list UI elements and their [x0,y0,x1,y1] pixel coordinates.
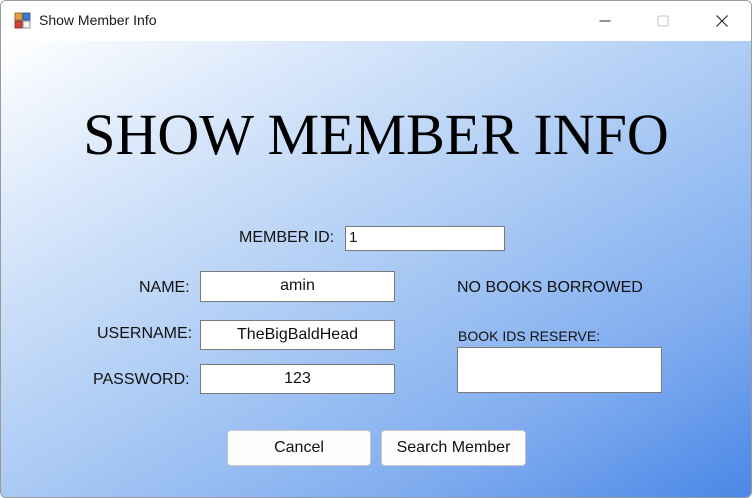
book-ids-reserve-list[interactable] [457,347,662,393]
name-label: NAME: [139,279,190,296]
password-field[interactable]: 123 [200,364,395,394]
password-label: PASSWORD: [93,371,190,388]
app-icon [14,12,31,29]
name-field[interactable]: amin [200,271,395,302]
maximize-button[interactable] [634,1,692,41]
username-label: USERNAME: [97,325,193,342]
minimize-button[interactable] [576,1,634,41]
minimize-icon [599,20,611,22]
member-id-label: MEMBER ID: [239,229,335,246]
search-member-button[interactable]: Search Member [381,430,526,466]
cancel-button[interactable]: Cancel [227,430,371,466]
title-bar: Show Member Info [1,1,751,41]
username-field[interactable]: TheBigBaldHead [200,320,395,350]
borrow-status-text: NO BOOKS BORROWED [457,279,643,296]
form-client-area: SHOW MEMBER INFO MEMBER ID: 1 NAME: amin… [1,41,751,497]
page-heading: SHOW MEMBER INFO [83,102,669,167]
member-id-input[interactable]: 1 [345,226,505,251]
book-ids-reserve-label: BOOK IDS RESERVE: [458,328,601,344]
maximize-icon [657,15,669,27]
close-button[interactable] [693,1,751,41]
show-member-info-window: Show Member Info SHOW MEMBER INFO MEMBER… [0,0,752,498]
window-title: Show Member Info [39,12,157,28]
close-icon [716,15,728,27]
